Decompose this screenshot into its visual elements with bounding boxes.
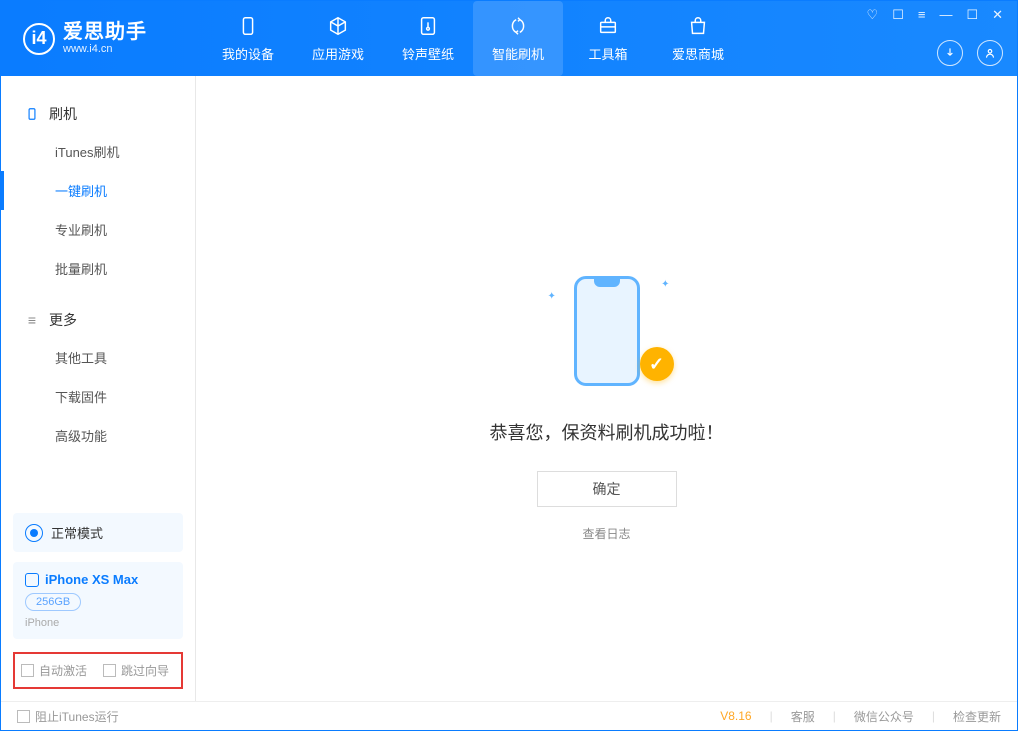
app-window: i4 爱思助手 www.i4.cn 我的设备 应用游戏 铃声壁纸 智能刷机 [0,0,1018,731]
sidebar-item-oneclick-flash[interactable]: 一键刷机 [1,171,195,210]
close-button[interactable]: ✕ [992,7,1003,23]
version-label: V8.16 [720,709,751,723]
list-icon: ≡ [25,313,39,327]
sidebar-group-more: ≡ 更多 [1,302,195,338]
sidebar-group-flash: 刷机 [1,96,195,132]
check-badge-icon: ✓ [640,347,674,381]
sidebar-item-pro-flash[interactable]: 专业刷机 [1,210,195,249]
device-storage: 256GB [25,593,81,611]
window-controls: ♡ ☐ ≡ — ☐ ✕ [867,7,1003,23]
toolbox-icon [596,14,620,38]
header: i4 爱思助手 www.i4.cn 我的设备 应用游戏 铃声壁纸 智能刷机 [1,1,1017,76]
mode-card[interactable]: 正常模式 [13,513,183,552]
footer-link-wechat[interactable]: 微信公众号 [854,708,914,725]
sidebar-item-advanced[interactable]: 高级功能 [1,416,195,455]
nav-ringtone-wallpaper[interactable]: 铃声壁纸 [383,1,473,76]
highlighted-options: 自动激活 跳过向导 [13,652,183,689]
checkbox-icon [17,710,30,723]
nav-store[interactable]: 爱思商城 [653,1,743,76]
device-phone-icon [25,573,39,587]
footer-link-update[interactable]: 检查更新 [953,708,1001,725]
phone-illustration [574,276,640,386]
main-content: ✦ ✦ ✓ 恭喜您，保资料刷机成功啦！ 确定 查看日志 [196,76,1017,701]
note-icon[interactable]: ☐ [892,7,904,23]
main-nav: 我的设备 应用游戏 铃声壁纸 智能刷机 工具箱 爱思商城 [203,1,743,76]
nav-apps-games[interactable]: 应用游戏 [293,1,383,76]
sparkle-icon: ✦ [548,291,556,302]
sidebar-item-batch-flash[interactable]: 批量刷机 [1,249,195,288]
success-message: 恭喜您，保资料刷机成功啦！ [490,419,724,445]
nav-smart-flash[interactable]: 智能刷机 [473,1,563,76]
device-icon [236,14,260,38]
ok-button[interactable]: 确定 [537,471,677,507]
view-log-link[interactable]: 查看日志 [582,525,630,542]
mode-indicator-icon [25,524,43,542]
cube-icon [326,14,350,38]
checkbox-icon [21,664,34,677]
nav-toolbox[interactable]: 工具箱 [563,1,653,76]
phone-outline-icon [25,107,39,121]
footer: 阻止iTunes运行 V8.16 | 客服 | 微信公众号 | 检查更新 [1,701,1017,730]
device-name: iPhone XS Max [45,572,138,587]
store-icon [686,14,710,38]
success-illustration: ✦ ✦ ✓ [552,271,662,391]
nav-my-device[interactable]: 我的设备 [203,1,293,76]
mode-label: 正常模式 [51,523,103,542]
minimize-button[interactable]: — [939,7,952,23]
maximize-button[interactable]: ☐ [966,7,978,23]
sidebar-item-other-tools[interactable]: 其他工具 [1,338,195,377]
app-title: 爱思助手 [63,21,147,43]
device-card[interactable]: iPhone XS Max 256GB iPhone [13,562,183,639]
device-panel: 正常模式 iPhone XS Max 256GB iPhone [13,513,183,639]
sidebar-item-itunes-flash[interactable]: iTunes刷机 [1,132,195,171]
footer-link-support[interactable]: 客服 [791,708,815,725]
menu-icon[interactable]: ≡ [918,7,926,23]
app-url: www.i4.cn [63,43,147,55]
checkbox-icon [103,664,116,677]
shirt-icon[interactable]: ♡ [867,7,879,23]
sidebar: 刷机 iTunes刷机 一键刷机 专业刷机 批量刷机 ≡ 更多 其他工具 下载固… [1,76,196,701]
download-icon[interactable] [937,40,963,66]
checkbox-skip-guide[interactable]: 跳过向导 [103,662,169,679]
logo[interactable]: i4 爱思助手 www.i4.cn [23,21,193,55]
sidebar-item-download-firmware[interactable]: 下载固件 [1,377,195,416]
body: 刷机 iTunes刷机 一键刷机 专业刷机 批量刷机 ≡ 更多 其他工具 下载固… [1,76,1017,701]
user-icon[interactable] [977,40,1003,66]
checkbox-auto-activate[interactable]: 自动激活 [21,662,87,679]
device-type: iPhone [25,617,171,629]
refresh-icon [506,14,530,38]
sparkle-icon: ✦ [661,279,669,290]
music-icon [416,14,440,38]
logo-icon: i4 [23,23,55,55]
header-right: ♡ ☐ ≡ — ☐ ✕ [867,1,1003,76]
checkbox-block-itunes[interactable]: 阻止iTunes运行 [17,708,119,725]
